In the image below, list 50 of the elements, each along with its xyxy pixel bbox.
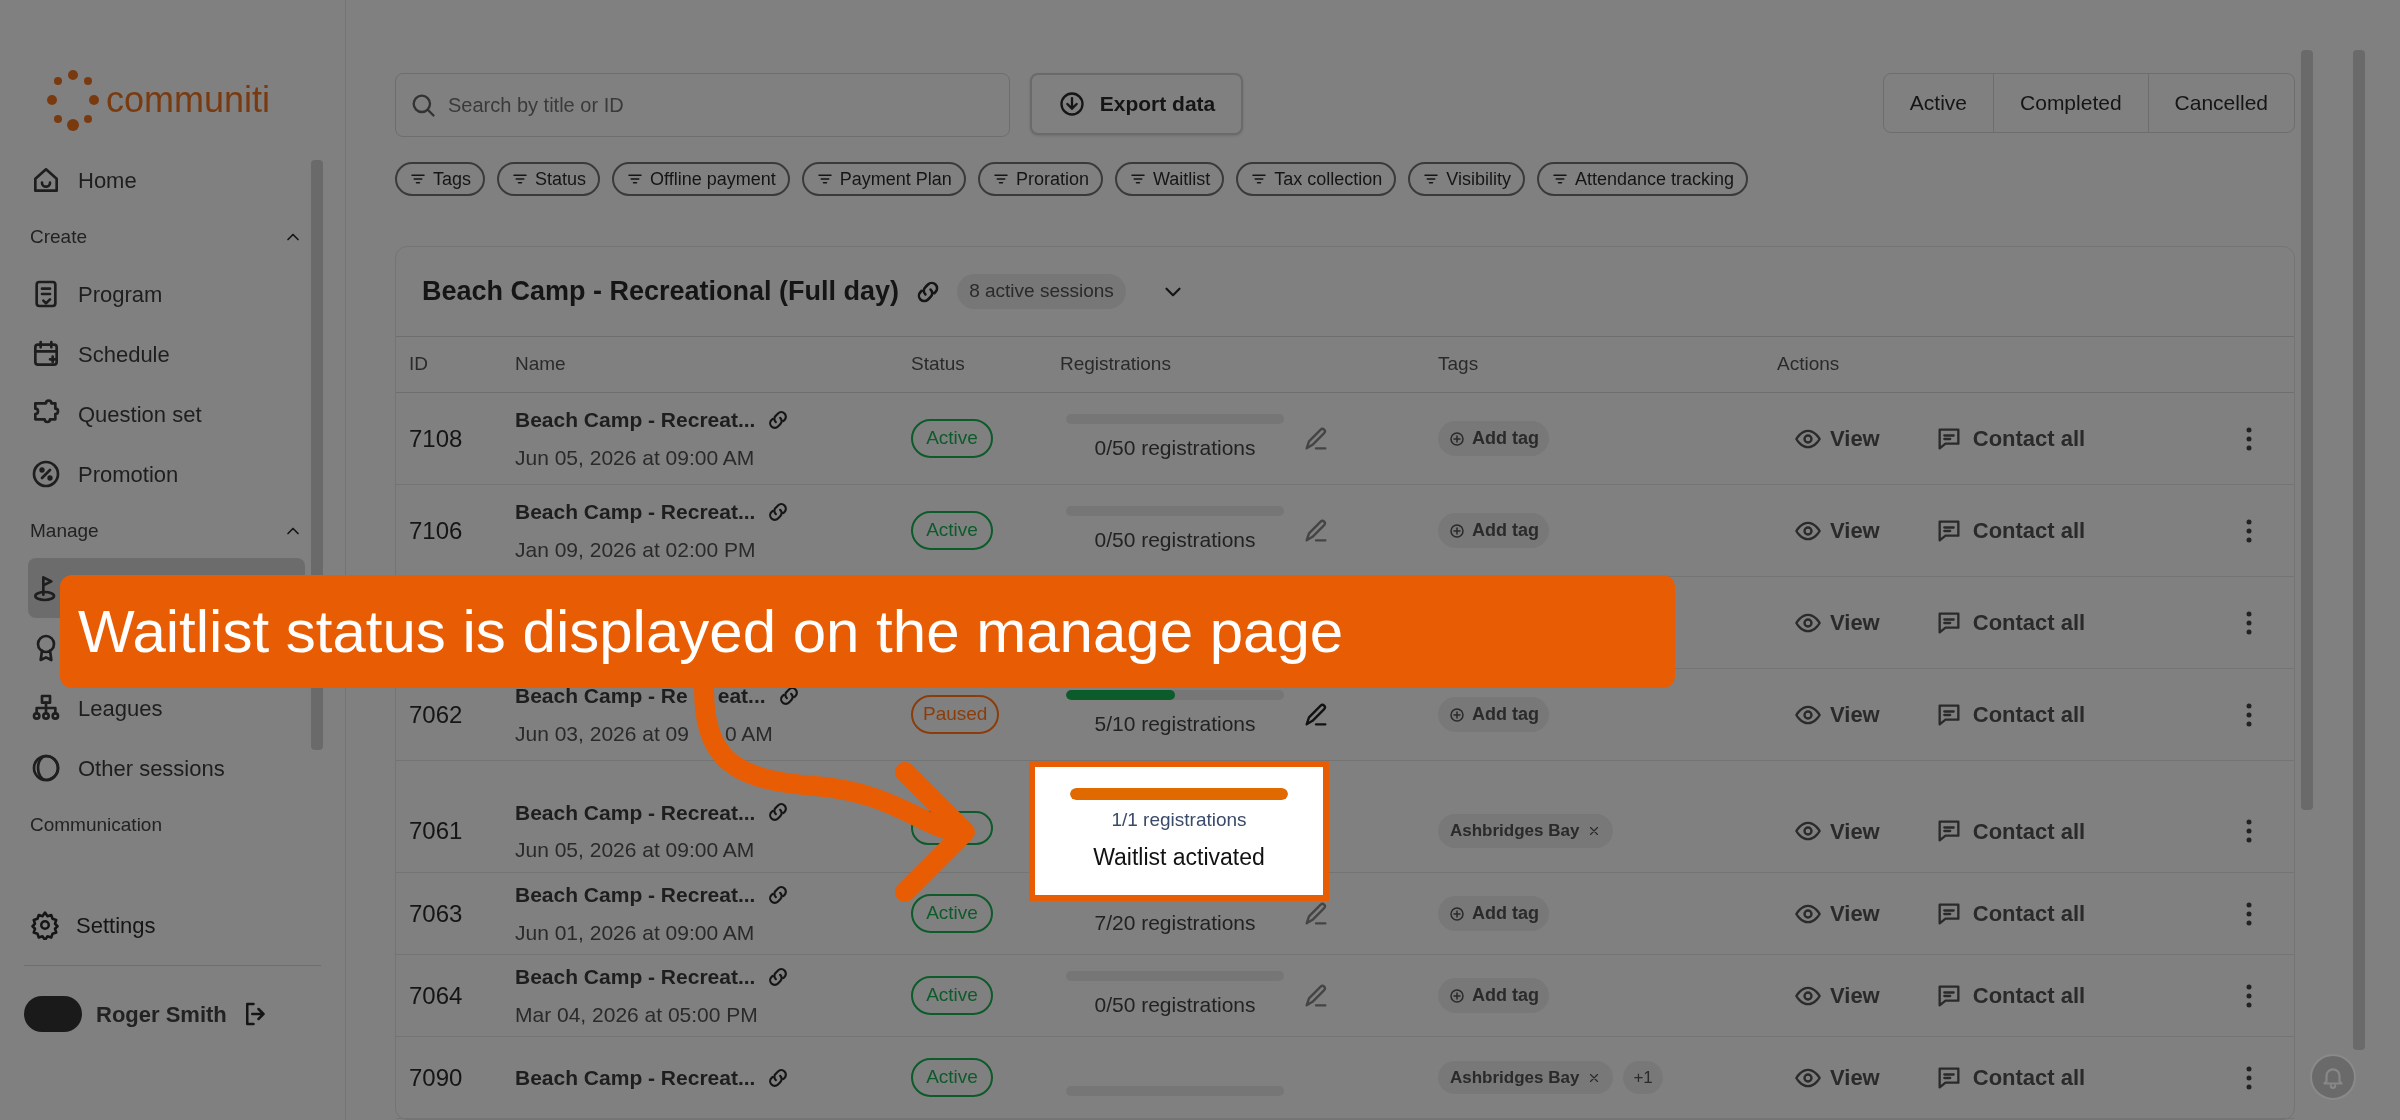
registration-count: 1/1 registrations	[1111, 807, 1247, 832]
column-header: Name	[515, 352, 567, 377]
session-date: Jun 01, 2026 at 09:00 AM	[515, 919, 755, 946]
section-heading: Manage	[30, 518, 99, 543]
status-badge: Active	[911, 419, 993, 458]
registration-count: 5/10 registrations	[1094, 710, 1256, 737]
session-id: 7063	[409, 899, 463, 927]
more-tags-count: +1	[1623, 1060, 1663, 1095]
user-name: Roger Smith	[96, 1000, 227, 1029]
tag: Ashbridges Bay	[1438, 1060, 1614, 1095]
sessions-badge: 8 active sessions	[957, 274, 1126, 309]
session-id: 7062	[409, 700, 463, 728]
status-badge: Active	[911, 511, 993, 550]
annotation-tooltip: Waitlist status is displayed on the manage page	[60, 575, 1675, 688]
session-date: Jun 03, 2026 at 09	[515, 720, 689, 747]
session-name: Beach Camp - Recreat...	[515, 799, 756, 826]
session-id: 7106	[409, 516, 463, 544]
status-badge: Active	[911, 976, 993, 1015]
session-name: Beach Camp - Recreat...	[515, 882, 756, 908]
registration-count: 0/50 registrations	[1094, 991, 1256, 1018]
session-date: Jan 09, 2026 at 02:00 PM	[515, 536, 756, 563]
session-name: Beach Camp - Recreat...	[515, 964, 756, 990]
session-name: Beach Camp - Recreat...	[515, 499, 756, 525]
session-id: 7064	[409, 981, 463, 1009]
tag: Ashbridges Bay	[1438, 814, 1614, 848]
registration-count: 0/50 registrations	[1094, 526, 1256, 553]
session-date: Mar 04, 2026 at 05:00 PM	[515, 1001, 758, 1028]
column-header: Registrations	[1060, 352, 1172, 377]
column-header: Status	[911, 352, 966, 377]
session-id: 7090	[409, 1063, 463, 1091]
session-name: Beach Camp - Recreat...	[515, 1064, 756, 1091]
registration-count: 7/20 registrations	[1094, 909, 1256, 936]
session-name: Beach Camp - Recreat...	[515, 407, 756, 433]
program-title: Beach Camp - Recreational (Full day)	[422, 275, 900, 309]
waitlist-status: Waitlist activated	[1093, 843, 1265, 872]
session-id: 7108	[409, 424, 463, 452]
registration-count: 0/50 registrations	[1094, 434, 1256, 461]
status-badge: Active	[911, 1058, 993, 1097]
column-header: ID	[409, 352, 429, 377]
logo-text: communiti	[106, 82, 271, 118]
section-heading: Create	[30, 224, 88, 249]
session-id: 7061	[409, 817, 463, 844]
status-badge: Paused	[911, 695, 1000, 734]
section-heading: Communication	[30, 812, 162, 837]
session-date: Jun 05, 2026 at 09:00 AM	[515, 837, 755, 863]
session-date: 0 AM	[725, 720, 773, 747]
session-date: Jun 05, 2026 at 09:00 AM	[515, 444, 755, 471]
column-header: Actions	[1777, 352, 1841, 377]
status-badge: Active	[911, 894, 993, 933]
column-header: Tags	[1438, 352, 1480, 377]
